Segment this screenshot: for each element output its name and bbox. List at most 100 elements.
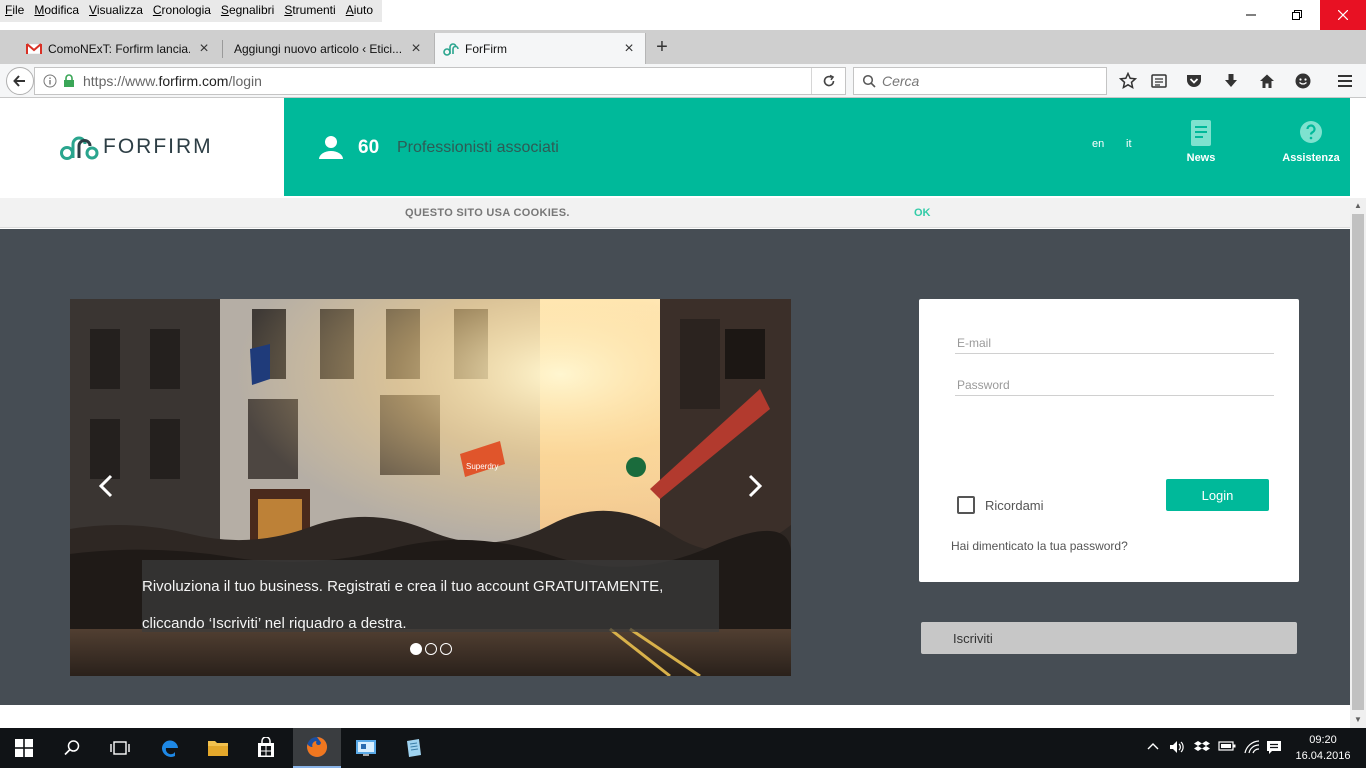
url-bar[interactable]: https://www.forfirm.com/login [34,67,846,95]
action-center-icon[interactable] [1266,740,1282,759]
menu-list: File Modifica Visualizza Cronologia Segn… [0,0,383,22]
page-scrollbar[interactable]: ▲ ▼ [1350,198,1366,728]
scrollbar-thumb[interactable] [1352,214,1364,710]
language-it-link[interactable]: it [1126,138,1132,150]
edge-browser-icon [161,740,178,757]
caption-line-2: cliccando ‘Iscriviti’ nel riquadro a des… [142,615,407,632]
taskbar-search-button[interactable] [48,728,96,768]
login-button[interactable]: Login [1166,479,1269,511]
battery-icon[interactable] [1218,740,1236,755]
cookie-ok-button[interactable]: OK [914,207,931,219]
download-arrow-icon [1225,74,1237,87]
minimize-button[interactable] [1228,0,1274,30]
taskbar-firefox-button[interactable] [293,728,341,768]
back-button[interactable] [6,67,34,95]
nav-assistenza-label: Assistenza [1282,152,1340,164]
url-prefix: https://www. [83,73,159,89]
close-window-button[interactable] [1320,0,1366,30]
tray-overflow-icon[interactable] [1147,740,1159,754]
menu-strumenti[interactable]: Strumenti [279,0,340,22]
slider-prev-button[interactable] [94,471,118,501]
padlock-icon[interactable] [63,74,75,88]
forgot-password-link[interactable]: Hai dimenticato la tua password? [951,539,1128,553]
password-field-wrapper [955,374,1274,396]
remember-me[interactable]: Ricordami [957,496,1044,514]
user-icon [319,136,343,159]
taskbar-app2-button[interactable] [390,728,438,768]
file-explorer-icon [208,741,228,756]
forfirm-logo-icon [443,42,459,56]
gmail-icon [26,42,42,54]
back-arrow-icon [13,75,25,87]
tab-comonext[interactable]: ComoNExT: Forfirm lancia... × [18,33,220,64]
slider-dot[interactable] [410,643,422,655]
nav-assistenza[interactable]: Assistenza [1278,120,1344,164]
tab-forfirm[interactable]: ForFirm × [434,33,646,64]
logo-area[interactable]: FORFIRM [0,98,284,196]
dropbox-icon[interactable] [1194,740,1210,757]
search-bar[interactable] [853,67,1107,95]
task-view-button[interactable] [96,728,144,768]
reload-icon [823,74,834,87]
tab-close-icon[interactable]: × [196,40,212,57]
menu-cronologia[interactable]: Cronologia [148,0,216,22]
header-band: 60 Professionisti associati en it News A… [284,98,1350,196]
tab-title: ForFirm [465,41,507,56]
nav-news[interactable]: News [1176,120,1226,164]
tab-strip: ComoNExT: Forfirm lancia... × Aggiungi n… [0,30,1366,64]
professionals-label: Professionisti associati [397,139,559,156]
reload-button[interactable] [811,68,845,94]
windows-logo-icon [15,739,33,757]
remember-checkbox[interactable] [957,496,975,514]
menu-segnalibri[interactable]: Segnalibri [216,0,279,22]
tab-close-icon[interactable]: × [408,40,424,57]
home-button[interactable] [1257,71,1277,91]
email-field[interactable] [955,332,1274,353]
volume-icon[interactable] [1169,740,1185,757]
slider-next-button[interactable] [743,471,767,501]
image-slider: Superdry Rivoluziona il tuo business. Re… [70,299,791,676]
taskbar-explorer-button[interactable] [194,728,242,768]
signup-button[interactable]: Iscriviti [921,622,1297,654]
scroll-up-icon[interactable]: ▲ [1353,201,1363,211]
start-button[interactable] [0,728,48,768]
smiley-chat-icon [1295,73,1311,89]
tab-close-icon[interactable]: × [621,40,637,57]
info-icon[interactable] [43,74,57,88]
menu-aiuto[interactable]: Aiuto [341,0,378,22]
forfirm-logo-mark [60,136,99,160]
taskbar-clock[interactable]: 09:20 16.04.2016 [1290,732,1356,764]
hello-button[interactable] [1293,71,1313,91]
taskbar-app-button[interactable] [342,728,390,768]
search-input[interactable] [882,73,1082,89]
restore-button[interactable] [1274,0,1320,30]
clock-date: 16.04.2016 [1295,750,1351,762]
bookmark-star-button[interactable] [1118,71,1138,91]
slider-dot[interactable] [440,643,452,655]
cookie-banner: QUESTO SITO USA COOKIES. OK [0,198,1350,228]
tab-separator [222,40,223,58]
language-en-link[interactable]: en [1092,138,1104,150]
taskbar-store-button[interactable] [242,728,290,768]
menu-modifica[interactable]: Modifica [29,0,84,22]
menu-file[interactable]: File [0,0,29,22]
downloads-button[interactable] [1221,71,1241,91]
tab-aggiungi-articolo[interactable]: Aggiungi nuovo articolo ‹ Etici... × [226,33,432,64]
site-header: FORFIRM 60 Professionisti associati en i… [0,98,1350,196]
hamburger-menu-button[interactable] [1335,71,1355,91]
firefox-icon [307,736,328,757]
store-bag-icon [258,737,274,757]
home-icon [1260,74,1274,88]
control-panel-icon [356,740,376,756]
scroll-down-icon[interactable]: ▼ [1353,715,1363,725]
reading-list-button[interactable] [1149,71,1169,91]
slider-dot[interactable] [425,643,437,655]
hero-section: Superdry Rivoluziona il tuo business. Re… [0,229,1350,705]
slide-caption: Rivoluziona il tuo business. Registrati … [142,560,719,632]
taskbar-edge-button[interactable] [146,728,194,768]
menu-visualizza[interactable]: Visualizza [84,0,148,22]
wifi-icon[interactable] [1244,740,1260,757]
pocket-button[interactable] [1184,71,1204,91]
new-tab-button[interactable]: + [650,36,674,58]
password-field[interactable] [955,374,1274,395]
